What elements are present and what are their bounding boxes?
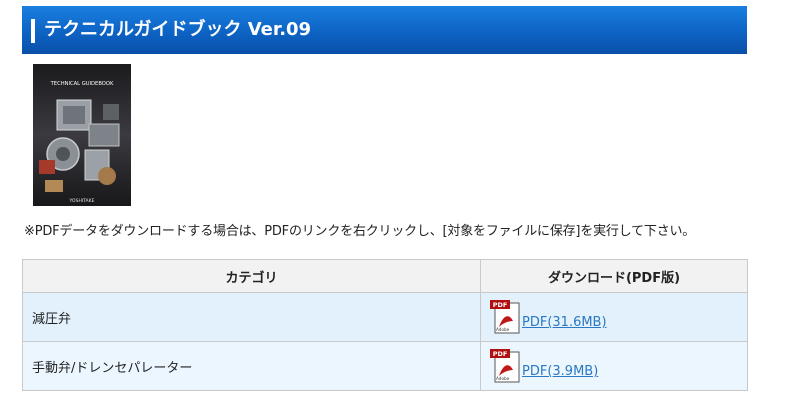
download-cell: PDF Adobe PDF(3.9MB)	[480, 341, 748, 391]
guidebook-cover-image: TECHNICAL GUIDEBOOK YOSHITAKE	[33, 64, 131, 206]
pdf-link-pressure-reducing-valve[interactable]: PDF(31.6MB)	[522, 315, 607, 330]
download-column-header: ダウンロード(PDF版)	[480, 259, 748, 293]
svg-text:Adobe: Adobe	[496, 327, 510, 332]
svg-text:PDF: PDF	[493, 350, 508, 358]
table-row: 手動弁/ドレンセパレーター PDF Adobe PDF(3.9MB)	[22, 341, 748, 391]
page-header: テクニカルガイドブック Ver.09	[22, 6, 747, 54]
table-header-row: カテゴリ ダウンロード(PDF版)	[22, 259, 748, 293]
table-row: 減圧弁 PDF Adobe PDF(31.6MB)	[22, 292, 748, 342]
pdf-icon[interactable]: PDF Adobe	[489, 348, 522, 384]
header-accent-bar	[31, 19, 35, 43]
download-note: ※PDFデータをダウンロードする場合は、PDFのリンクを右クリックし、[対象をフ…	[24, 224, 696, 239]
download-table: カテゴリ ダウンロード(PDF版) 減圧弁 PDF Adobe PDF(31.6…	[22, 259, 748, 391]
page-title: テクニカルガイドブック Ver.09	[44, 19, 312, 40]
pdf-link-manual-valve-drain-separator[interactable]: PDF(3.9MB)	[522, 364, 598, 379]
download-cell: PDF Adobe PDF(31.6MB)	[480, 292, 748, 342]
svg-text:Adobe: Adobe	[496, 376, 510, 381]
category-cell: 手動弁/ドレンセパレーター	[22, 341, 481, 391]
category-cell: 減圧弁	[22, 292, 481, 342]
pdf-icon[interactable]: PDF Adobe	[489, 299, 522, 335]
category-column-header: カテゴリ	[22, 259, 481, 293]
svg-text:YOSHITAKE: YOSHITAKE	[69, 198, 95, 204]
svg-text:PDF: PDF	[493, 301, 508, 309]
svg-text:TECHNICAL GUIDEBOOK: TECHNICAL GUIDEBOOK	[50, 81, 114, 87]
